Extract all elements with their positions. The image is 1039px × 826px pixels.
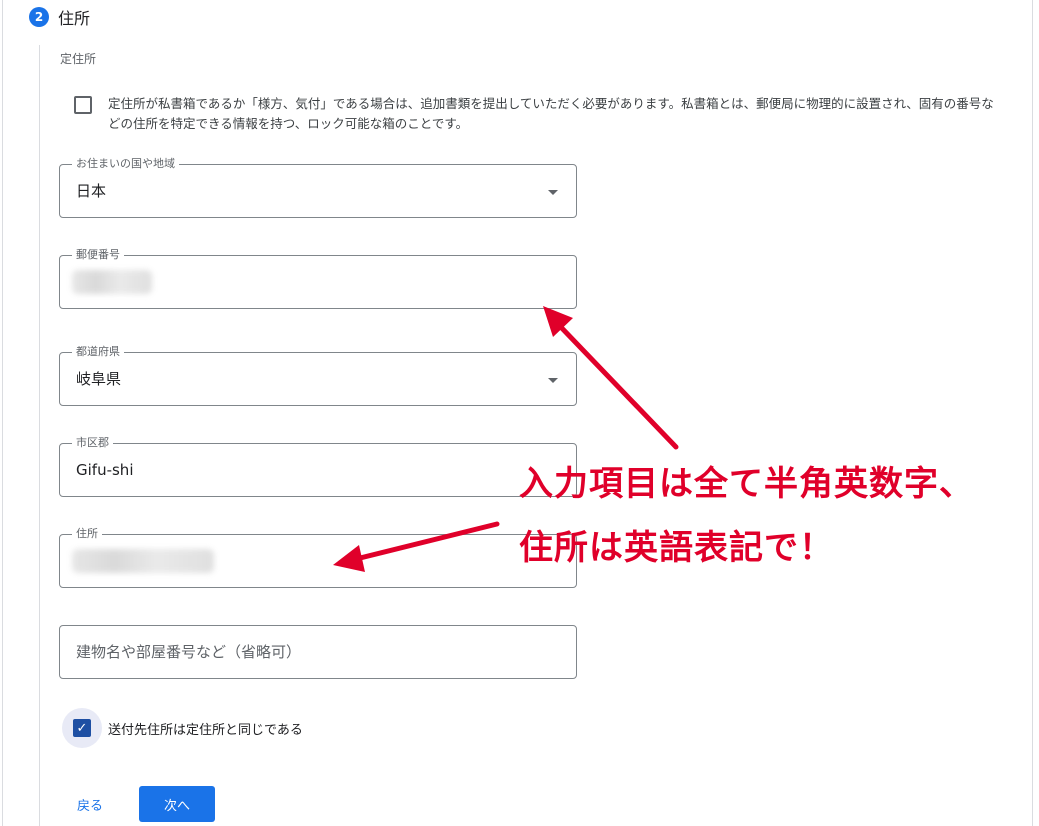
- arrow-to-postal-code: [543, 306, 679, 450]
- annotation-line-1: 入力項目は全て半角英数字、: [519, 464, 974, 504]
- annotation-arrows: [333, 306, 679, 572]
- arrow-to-address: [333, 521, 500, 572]
- annotation-line-2: 住所は英語表記で！: [519, 528, 834, 568]
